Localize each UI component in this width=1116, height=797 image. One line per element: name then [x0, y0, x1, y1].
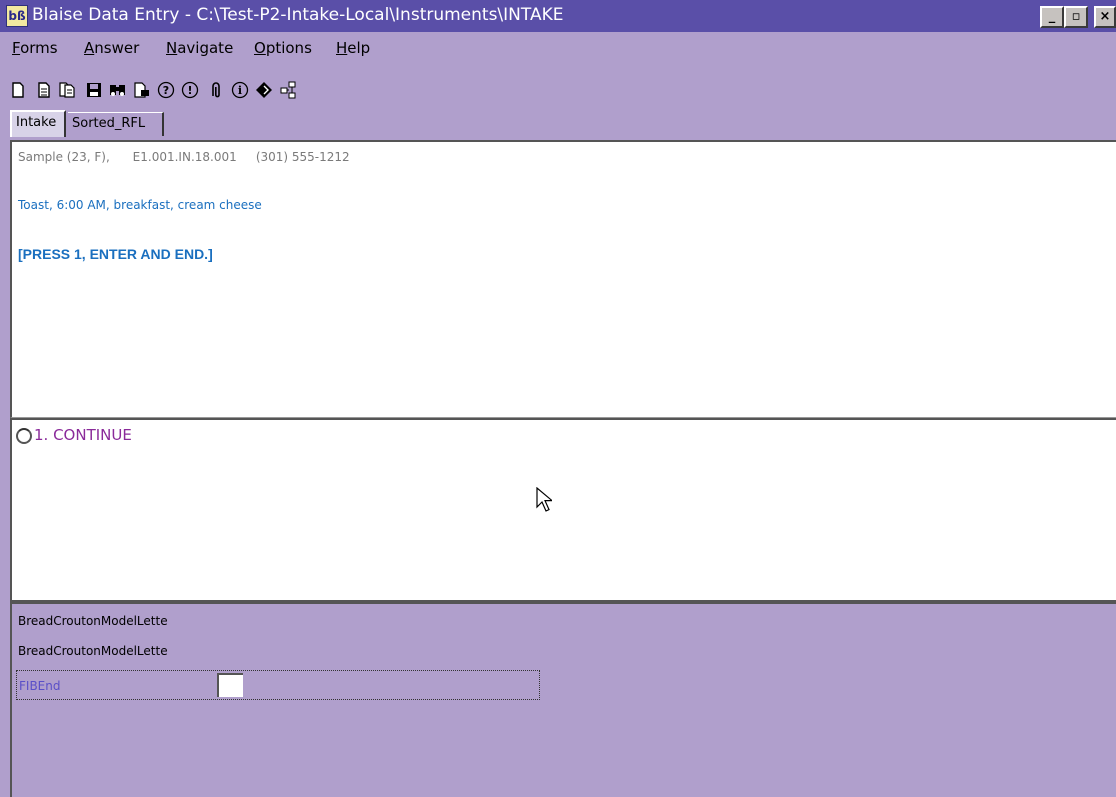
svg-text:!: !	[187, 84, 192, 97]
edit-icon[interactable]	[254, 80, 274, 100]
help-icon[interactable]: ?	[156, 80, 176, 100]
menu-answer[interactable]: Answer	[84, 38, 139, 58]
maximize-button[interactable]: ▫	[1064, 6, 1088, 28]
option-continue-label[interactable]: 1. CONTINUE	[34, 426, 132, 444]
tab-sorted-rfl[interactable]: Sorted_RFL	[68, 112, 164, 136]
title-bar[interactable]: bß Blaise Data Entry - C:\Test-P2-Intake…	[0, 0, 1116, 32]
svg-text:?: ?	[163, 84, 169, 97]
field-row: BreadCroutonModelLette	[18, 614, 168, 628]
fields-panel: BreadCroutonModelLette BreadCroutonModel…	[10, 602, 1116, 797]
tab-intake[interactable]: Intake	[10, 110, 66, 137]
respondent-header: Sample (23, F), E1.001.IN.18.001 (301) 5…	[18, 150, 350, 164]
browse-icon[interactable]	[132, 80, 152, 100]
new-form-icon[interactable]	[8, 80, 28, 100]
menu-options[interactable]: Options	[254, 38, 312, 58]
menu-help[interactable]: Help	[336, 38, 370, 58]
mouse-pointer-icon	[536, 486, 554, 518]
question-panel: Sample (23, F), E1.001.IN.18.001 (301) 5…	[10, 140, 1116, 418]
toolbar: ? ! i	[0, 76, 1116, 104]
option-continue-radio[interactable]	[16, 428, 32, 444]
menu-forms[interactable]: Forms	[12, 38, 58, 58]
app-icon[interactable]: bß	[6, 5, 28, 27]
network-icon[interactable]	[278, 80, 298, 100]
interviewer-instruction: [PRESS 1, ENTER AND END.]	[18, 246, 213, 262]
window-title: Blaise Data Entry - C:\Test-P2-Intake-Lo…	[32, 5, 564, 25]
active-field-label: FIBEnd	[19, 679, 61, 693]
close-button[interactable]: ×	[1094, 6, 1116, 28]
save-icon[interactable]	[84, 80, 104, 100]
error-icon[interactable]: !	[180, 80, 200, 100]
answer-panel: 1. CONTINUE	[10, 418, 1116, 602]
form-tabs: Intake Sorted_RFL	[0, 110, 1116, 137]
open-form-icon[interactable]	[34, 80, 54, 100]
svg-text:i: i	[238, 84, 242, 97]
menu-bar: Forms Answer Navigate Options Help	[0, 34, 1116, 60]
menu-navigate[interactable]: Navigate	[166, 38, 233, 58]
fibend-input[interactable]	[217, 673, 243, 697]
field-row: BreadCroutonModelLette	[18, 644, 168, 658]
active-field[interactable]: FIBEnd	[16, 670, 540, 700]
food-line: Toast, 6:00 AM, breakfast, cream cheese	[18, 198, 262, 212]
info-icon[interactable]: i	[230, 80, 250, 100]
remark-icon[interactable]	[206, 80, 226, 100]
copy-forms-icon[interactable]	[58, 80, 78, 100]
find-icon[interactable]	[108, 80, 128, 100]
minimize-button[interactable]: _	[1040, 6, 1064, 28]
